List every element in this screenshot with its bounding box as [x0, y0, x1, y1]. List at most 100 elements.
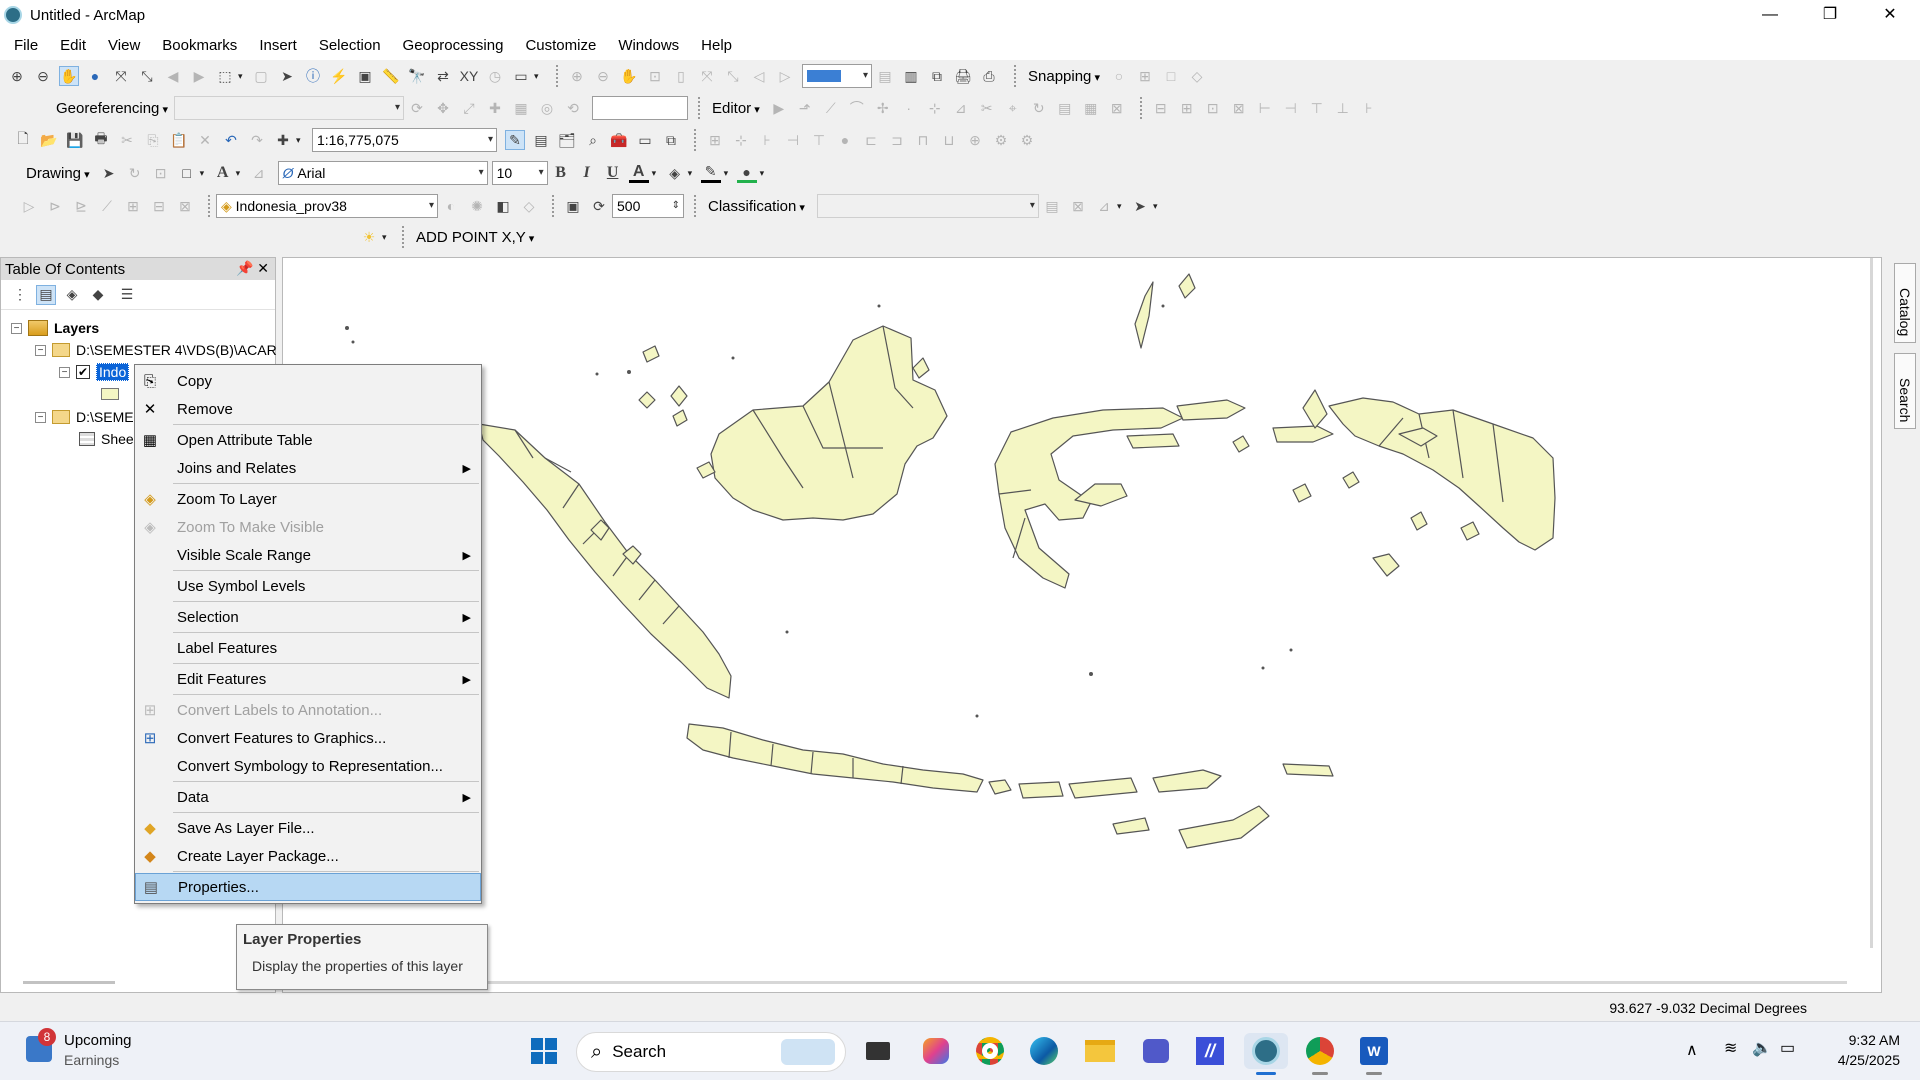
- link-table-icon[interactable]: ▦: [511, 98, 531, 118]
- table-of-contents-icon[interactable]: ▤: [531, 130, 551, 150]
- layer-visibility-checkbox[interactable]: ✔: [76, 365, 90, 379]
- widget-title[interactable]: Upcoming: [64, 1032, 132, 1049]
- parcel-tool-icon[interactable]: ⊹: [731, 130, 751, 150]
- toolbar-grip[interactable]: [694, 129, 698, 151]
- select-features-icon[interactable]: ⬚: [215, 66, 235, 86]
- menu-item-properties[interactable]: ▤ Properties...: [135, 873, 481, 901]
- classification-layer-dropdown[interactable]: ▾: [816, 194, 1039, 218]
- end-point-arc-icon[interactable]: ⌒: [847, 98, 867, 118]
- redo-icon[interactable]: ↷: [247, 130, 267, 150]
- copilot-button[interactable]: [918, 1033, 954, 1069]
- bold-button[interactable]: B: [551, 163, 571, 183]
- underline-button[interactable]: U: [603, 163, 623, 183]
- edge-button[interactable]: [1026, 1033, 1062, 1069]
- chevron-down-icon[interactable]: ▾: [200, 168, 208, 179]
- close-icon[interactable]: ✕: [257, 260, 269, 276]
- zoom-in-icon[interactable]: ⊕: [7, 66, 27, 86]
- toolbar-grip[interactable]: [402, 226, 406, 248]
- chrome-button[interactable]: [972, 1033, 1008, 1069]
- word-button[interactable]: W: [1356, 1033, 1392, 1075]
- focus-frame-icon[interactable]: ▥: [901, 66, 921, 86]
- edit-vertices-icon[interactable]: ⊹: [925, 98, 945, 118]
- search-window-icon[interactable]: ⌕: [583, 130, 603, 150]
- toc-layer-row[interactable]: − ✔ Indo: [59, 362, 130, 382]
- italic-button[interactable]: I: [577, 163, 597, 183]
- arctoolbox-icon[interactable]: 🧰: [609, 130, 629, 150]
- toc-layer-symbol[interactable]: [101, 384, 119, 404]
- toolbar-grip[interactable]: [694, 195, 698, 217]
- auto-adjust-icon[interactable]: ⟲: [563, 98, 583, 118]
- classify-icon[interactable]: ▤: [1042, 196, 1062, 216]
- editor-toolbar-icon[interactable]: ✎: [505, 130, 525, 150]
- toc-folder-2[interactable]: − D:\SEME: [35, 407, 134, 427]
- clock-time[interactable]: 9:32 AM: [1830, 1032, 1900, 1048]
- catalog-window-icon[interactable]: 🗂: [557, 130, 577, 150]
- clock-date[interactable]: 4/25/2025: [1820, 1052, 1900, 1068]
- menu-item-open-attribute-table[interactable]: ▦ Open Attribute Table: [135, 426, 481, 454]
- menu-edit[interactable]: Edit: [60, 37, 86, 54]
- font-size-dropdown[interactable]: 10 ▾: [491, 161, 548, 185]
- layout-fixed-out-icon[interactable]: ⤡: [723, 66, 743, 86]
- point-snapping-icon[interactable]: ○: [1109, 66, 1129, 86]
- collapse-icon[interactable]: −: [35, 411, 46, 423]
- toc-options-icon[interactable]: ☰: [117, 285, 137, 305]
- layout-fixed-in-icon[interactable]: ⤧: [697, 66, 717, 86]
- reference-scale-input[interactable]: 500 ⇕: [612, 194, 684, 218]
- union-icon[interactable]: ⊓: [913, 130, 933, 150]
- error-inspector-icon[interactable]: ⊤: [1307, 98, 1327, 118]
- network-solve-icon[interactable]: ⊵: [71, 196, 91, 216]
- line-icon[interactable]: ⊦: [757, 130, 777, 150]
- restore-button[interactable]: ❐: [1800, 0, 1860, 30]
- layout-forward-icon[interactable]: ▷: [775, 66, 795, 86]
- indonesia-map[interactable]: [283, 258, 1882, 993]
- chevron-down-icon[interactable]: ▾: [1117, 201, 1125, 212]
- network-route-icon[interactable]: ⟋: [97, 196, 117, 216]
- contrast-icon[interactable]: ◐: [441, 196, 461, 216]
- trace-icon[interactable]: ✢: [873, 98, 893, 118]
- undo-icon[interactable]: ↶: [221, 130, 241, 150]
- create-features-icon[interactable]: ⊠: [1107, 98, 1127, 118]
- menu-item-copy[interactable]: ⎘ Copy: [135, 367, 481, 395]
- minimize-button[interactable]: —: [1740, 0, 1800, 30]
- rotate-element-icon[interactable]: ↻: [125, 163, 145, 183]
- font-dropdown[interactable]: Ø Arial ▾: [277, 161, 488, 185]
- fixed-zoom-in-icon[interactable]: ⤧: [111, 66, 131, 86]
- list-by-visibility-icon[interactable]: ◈: [62, 285, 82, 305]
- advanced-edit-icon[interactable]: ⊥: [1333, 98, 1353, 118]
- vertex-snapping-icon[interactable]: □: [1161, 66, 1181, 86]
- chrome-profile-button[interactable]: [1302, 1033, 1338, 1075]
- new-document-icon[interactable]: 🗋: [13, 130, 33, 150]
- menu-windows[interactable]: Windows: [618, 37, 679, 54]
- menu-item-joins-relates[interactable]: Joins and Relates ▶: [135, 454, 481, 482]
- toolbar-grip[interactable]: [556, 65, 560, 87]
- show-hidden-icons-chevron-icon[interactable]: ∧: [1686, 1040, 1698, 1060]
- draw-polygon-icon[interactable]: ⊿: [1094, 196, 1114, 216]
- layout-zoom-out-icon[interactable]: ⊖: [593, 66, 613, 86]
- edit-tool-icon[interactable]: ▶: [769, 98, 789, 118]
- cog-icon[interactable]: ⚙: [991, 130, 1011, 150]
- layout-pan-icon[interactable]: ✋: [619, 66, 639, 86]
- paste-icon[interactable]: 📋: [169, 130, 189, 150]
- shift-icon[interactable]: ✥: [433, 98, 453, 118]
- toolbar-grip[interactable]: [1139, 97, 1144, 119]
- marker-color-icon[interactable]: ●: [736, 163, 757, 183]
- go-to-xy-icon[interactable]: XY: [459, 66, 479, 86]
- toc-layers-root[interactable]: − Layers: [11, 318, 99, 338]
- arcmap-taskbar-button[interactable]: [1244, 1033, 1288, 1075]
- chevron-down-icon[interactable]: ▾: [652, 168, 660, 179]
- menu-item-use-symbol-levels[interactable]: Use Symbol Levels: [135, 572, 481, 600]
- vertex-icon[interactable]: ⊣: [783, 130, 803, 150]
- list-by-selection-icon[interactable]: ◆: [88, 285, 108, 305]
- chevron-down-icon[interactable]: ▾: [238, 71, 246, 82]
- toc-horizontal-scrollbar[interactable]: [23, 981, 115, 984]
- add-control-points-icon[interactable]: ✚: [485, 98, 505, 118]
- menu-customize[interactable]: Customize: [525, 37, 596, 54]
- edit-annotation-icon[interactable]: ⬏: [795, 98, 815, 118]
- zoom-out-icon[interactable]: ⊖: [33, 66, 53, 86]
- swipe-icon[interactable]: ◇: [519, 196, 539, 216]
- effects-layer-dropdown[interactable]: ◈ Indonesia_prov38 ▾: [216, 194, 438, 218]
- edit-vertices-draw-icon[interactable]: ⊿: [249, 163, 269, 183]
- forward-extent-icon[interactable]: ▶: [189, 66, 209, 86]
- search-tab[interactable]: Search: [1894, 353, 1916, 430]
- toolbar-grip[interactable]: [697, 97, 702, 119]
